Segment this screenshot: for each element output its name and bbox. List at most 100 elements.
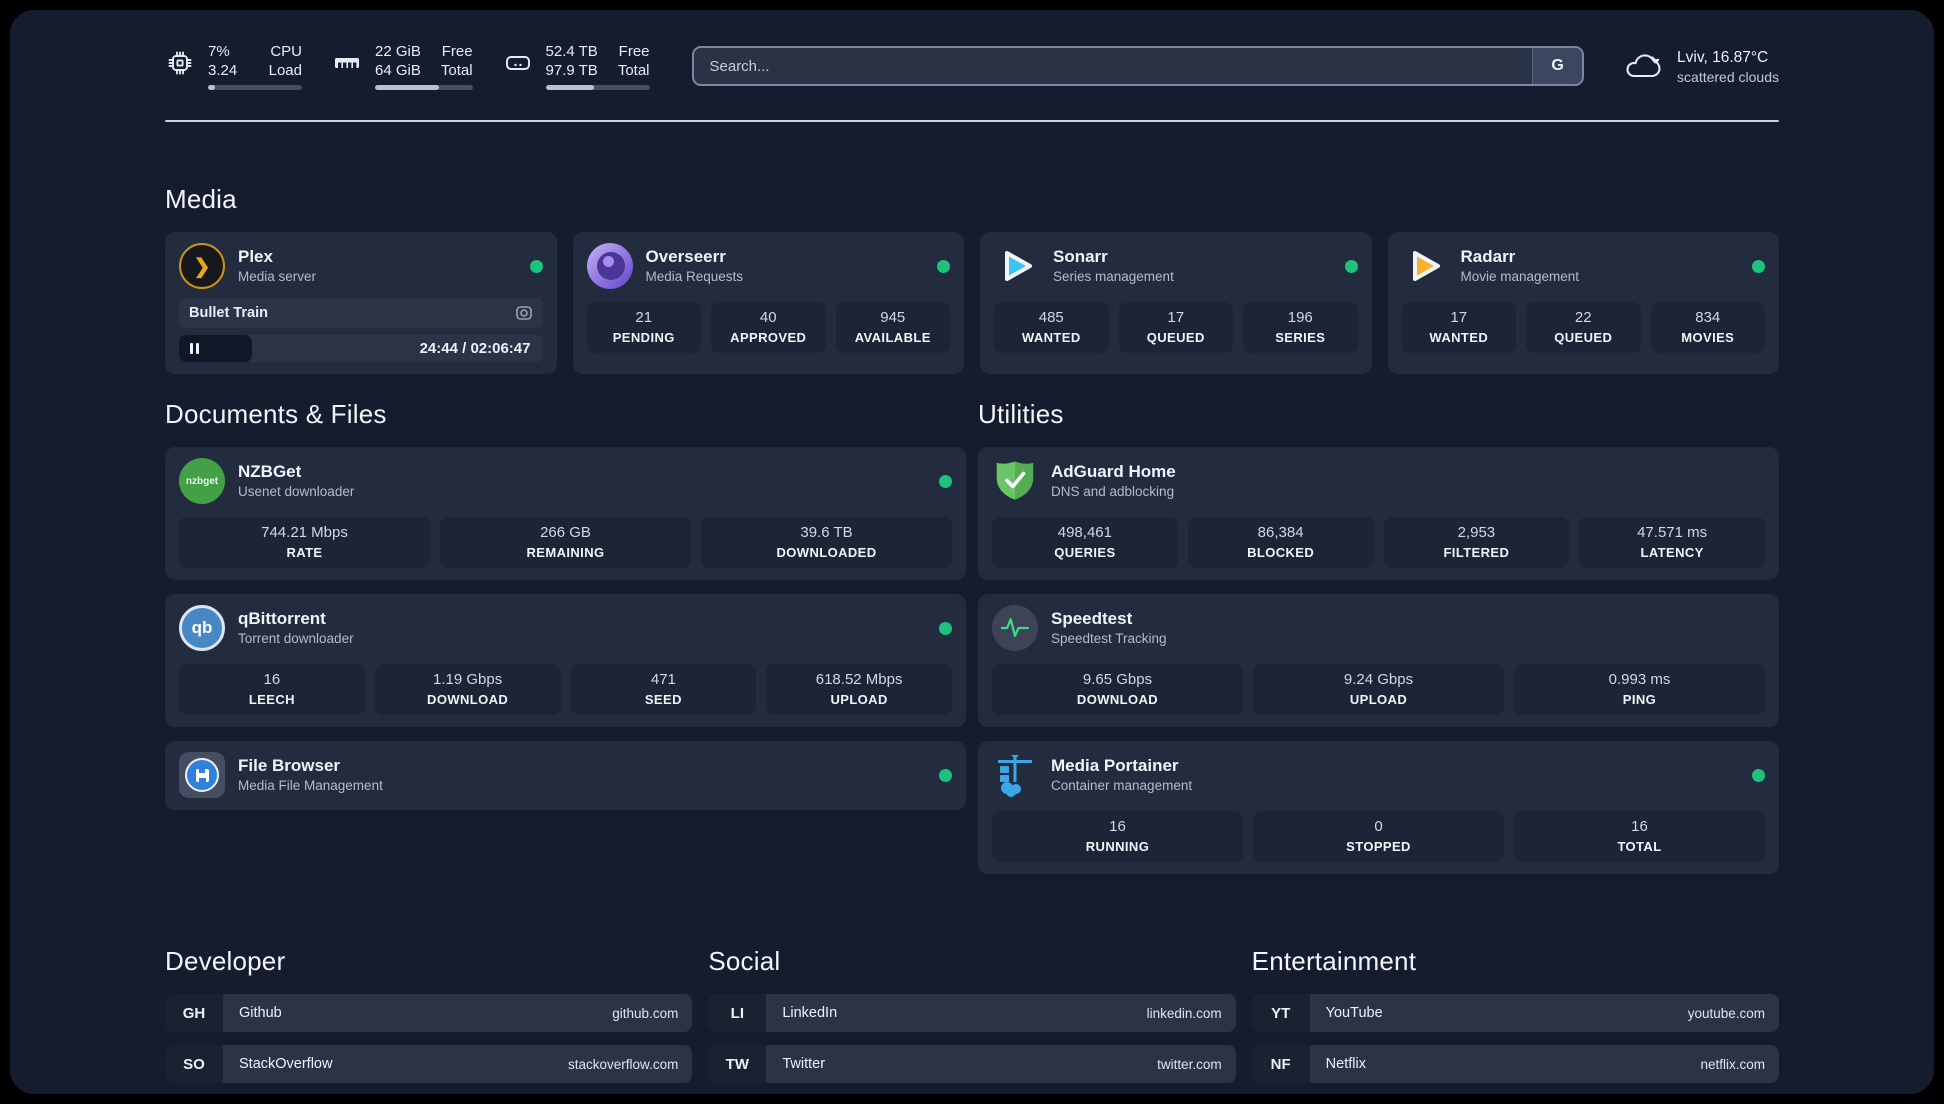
app-card-plex[interactable]: ❯ Plex Media server Bullet Train 24:44 /… — [165, 232, 557, 374]
stat-value: 196 — [1287, 309, 1313, 326]
stat-value: 86,384 — [1257, 524, 1304, 541]
section-media: Media ❯ Plex Media server Bullet Train 2… — [165, 184, 1779, 374]
overseerr-icon — [586, 243, 633, 289]
bookmark-name: StackOverflow — [239, 1056, 333, 1072]
disk-stat: 52.4 TB Free 97.9 TB Total — [503, 42, 650, 90]
stat-label: TOTAL — [1617, 839, 1662, 854]
stat-label: PENDING — [612, 330, 675, 345]
search-input[interactable] — [691, 46, 1585, 86]
bookmark-youtube[interactable]: YT YouTube youtube.com — [1251, 994, 1779, 1032]
search-engine-button[interactable]: G — [1532, 48, 1583, 84]
stat-tile: 47.571 ms LATENCY — [1579, 517, 1765, 568]
app-card-adguard[interactable]: AdGuard Home DNS and adblocking 498,461 … — [978, 447, 1779, 580]
stat-tile: 86,384 BLOCKED — [1187, 517, 1374, 568]
bookmark-abbr: NF — [1251, 1045, 1310, 1083]
stat-label: LATENCY — [1640, 545, 1704, 560]
stat-value: 744.21 Mbps — [261, 524, 348, 541]
stat-value: 16 — [263, 671, 281, 688]
stat-value: 16 — [1109, 818, 1126, 835]
cpu-usage-value: 7% — [208, 43, 230, 60]
stat-label: QUERIES — [1054, 545, 1116, 560]
stat-label: PING — [1622, 692, 1657, 707]
stat-tile: 9.24 Gbps UPLOAD — [1253, 664, 1504, 715]
bookmark-group-entertainment: Entertainment YT YouTube youtube.com NF … — [1251, 946, 1779, 1094]
app-subtitle: Usenet downloader — [238, 484, 355, 499]
app-card-nzbget[interactable]: nzbget NZBGet Usenet downloader 744.21 M… — [165, 447, 966, 580]
radarr-icon — [1412, 251, 1440, 281]
stat-tile: 1.19 Gbps DOWNLOAD — [374, 664, 561, 715]
app-title: Plex — [238, 247, 273, 266]
section-title-documents: Documents & Files — [165, 399, 387, 429]
bookmark-url: stackoverflow.com — [568, 1056, 679, 1072]
section-title-developer: Developer — [165, 946, 286, 976]
stat-label: DOWNLOADED — [776, 545, 877, 560]
stat-label: SERIES — [1275, 330, 1326, 345]
app-subtitle: Media server — [238, 269, 317, 284]
app-card-overseerr[interactable]: Overseerr Media Requests 21 PENDING 40 A… — [572, 232, 964, 374]
app-card-speedtest[interactable]: Speedtest Speedtest Tracking 9.65 Gbps D… — [978, 594, 1779, 727]
app-card-portainer[interactable]: Media Portainer Container management 16 … — [978, 741, 1779, 874]
cpu-stat: 7% CPU 3.24 Load — [165, 42, 302, 90]
stat-label: UPLOAD — [830, 692, 888, 707]
app-subtitle: Torrent downloader — [238, 631, 354, 646]
status-online-dot — [937, 259, 950, 273]
stat-label: WANTED — [1021, 330, 1081, 345]
weather-widget: Lviv, 16.87°C scattered clouds — [1622, 47, 1779, 86]
playback-time: 24:44 / 02:06:47 — [419, 340, 531, 357]
stat-value: 9.65 Gbps — [1082, 671, 1153, 688]
app-title: Radarr — [1460, 247, 1516, 266]
stat-label: STOPPED — [1346, 839, 1411, 854]
stat-value: 39.6 TB — [800, 524, 853, 541]
bookmark-name: Twitter — [782, 1056, 826, 1072]
filebrowser-icon — [179, 752, 225, 798]
stat-label: QUEUED — [1554, 330, 1613, 345]
cpu-icon — [168, 51, 192, 75]
stat-tile: 471 SEED — [570, 664, 757, 715]
bookmark-name: LinkedIn — [782, 1005, 838, 1021]
stat-tile: 2,953 FILTERED — [1383, 517, 1570, 568]
cpu-label-top: CPU — [270, 43, 302, 60]
status-online-dot — [939, 474, 952, 488]
cpu-load-value: 3.24 — [208, 62, 238, 79]
stat-label: FILTERED — [1443, 545, 1510, 560]
app-title: Media Portainer — [1051, 756, 1179, 775]
sonarr-icon — [1005, 251, 1032, 281]
stat-label: WANTED — [1429, 330, 1489, 345]
stat-label: REMAINING — [526, 545, 605, 560]
stat-label: APPROVED — [730, 330, 807, 345]
status-online-dot — [529, 259, 543, 273]
stat-tile: 498,461 QUERIES — [992, 517, 1178, 568]
app-card-radarr[interactable]: Radarr Movie management 17 WANTED 22 QUE… — [1387, 232, 1779, 374]
bookmark-github[interactable]: GH Github github.com — [165, 994, 693, 1032]
cloud-moon-icon — [1626, 54, 1661, 78]
stat-value: 22 — [1574, 309, 1592, 326]
stat-label: RATE — [286, 545, 323, 560]
stat-tile: 834 MOVIES — [1650, 302, 1765, 353]
disk-total-value: 97.9 TB — [545, 62, 598, 79]
header-divider — [165, 120, 1779, 122]
status-online-dot — [939, 621, 952, 635]
stat-tile: 21 PENDING — [586, 302, 701, 353]
stat-label: DOWNLOAD — [427, 692, 509, 707]
bookmark-netflix[interactable]: NF Netflix netflix.com — [1251, 1045, 1779, 1083]
stat-tile: 744.21 Mbps RATE — [179, 517, 430, 568]
weather-condition: scattered clouds — [1677, 68, 1779, 85]
pause-icon[interactable] — [190, 343, 199, 354]
playback-progress-bar: 24:44 / 02:06:47 — [179, 335, 543, 362]
status-online-dot — [1752, 768, 1765, 782]
stat-label: DOWNLOAD — [1076, 692, 1159, 707]
dashboard-panel: 7% CPU 3.24 Load 22 GiB Free 64 GiB Tota… — [10, 10, 1934, 1094]
stat-tile: 17 QUEUED — [1118, 302, 1233, 353]
stat-value: 2,953 — [1457, 524, 1496, 541]
bookmark-name: Netflix — [1325, 1056, 1366, 1072]
status-online-dot — [1752, 259, 1765, 273]
app-card-qbittorrent[interactable]: qb qBittorrent Torrent downloader 16 LEE… — [165, 594, 966, 727]
app-card-sonarr[interactable]: Sonarr Series management 485 WANTED 17 Q… — [980, 232, 1372, 374]
stat-value: 40 — [759, 309, 777, 326]
bookmark-twitter[interactable]: TW Twitter twitter.com — [708, 1045, 1236, 1083]
stat-value: 266 GB — [540, 524, 591, 541]
app-card-filebrowser[interactable]: File Browser Media File Management — [165, 741, 966, 810]
ram-total-value: 64 GiB — [375, 62, 421, 79]
bookmark-stackoverflow[interactable]: SO StackOverflow stackoverflow.com — [165, 1045, 693, 1083]
bookmark-linkedin[interactable]: LI LinkedIn linkedin.com — [708, 994, 1236, 1032]
